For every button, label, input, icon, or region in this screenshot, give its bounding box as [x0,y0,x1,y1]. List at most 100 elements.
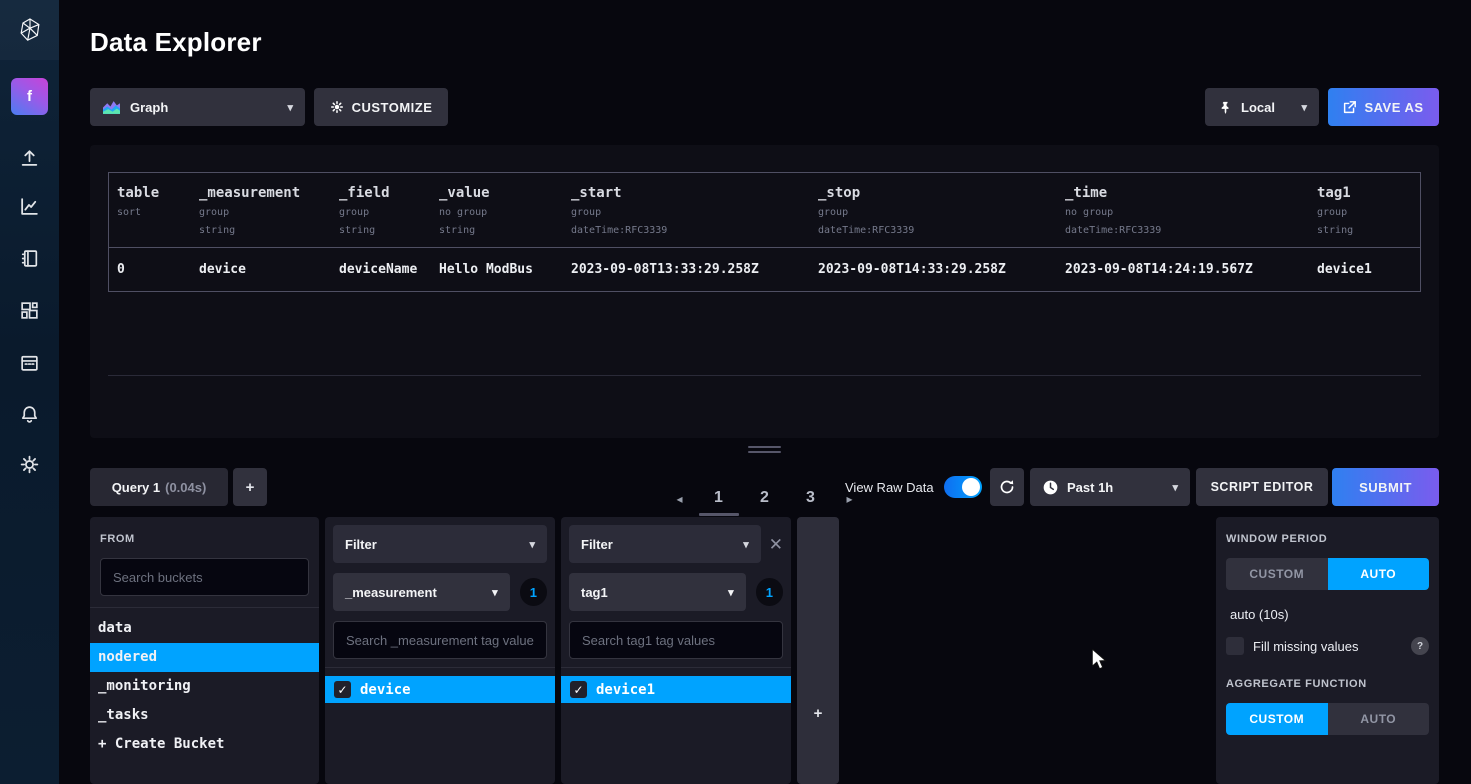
bucket-item-data[interactable]: data [90,614,319,643]
column-header[interactable]: _field group string [331,173,431,247]
tag-value-device1[interactable]: ✓ device1 [561,676,791,703]
nav-sidebar: f [0,0,59,784]
chevron-down-icon: ▾ [492,586,498,599]
tag-value-device[interactable]: ✓ device [325,676,555,703]
chevron-down-icon: ▾ [728,586,734,599]
remove-filter-icon[interactable]: ✕ [769,536,783,553]
from-panel-title: FROM [100,527,309,545]
export-icon [1343,101,1356,114]
aggregate-auto-button[interactable]: AUTO [1328,703,1430,735]
dashboards-icon[interactable] [19,300,40,321]
column-header[interactable]: _time no group dateTime:RFC3339 [1057,173,1309,247]
search-tag-values-input[interactable] [333,621,547,659]
search-buckets-input[interactable] [100,558,309,596]
gear-icon [330,100,344,114]
query-options-panel: WINDOW PERIOD CUSTOM AUTO auto (10s) Fil… [1216,517,1439,784]
table-row: 0 device deviceName Hello ModBus 2023-09… [109,247,1420,291]
query-tab[interactable]: Query 1 (0.04s) [90,468,228,506]
aggregate-function-label: AGGREGATE FUNCTION [1226,678,1429,690]
add-filter-card[interactable]: + [797,517,839,784]
window-period-label: WINDOW PERIOD [1226,527,1429,545]
page-3[interactable]: 3 [790,489,832,516]
create-bucket-button[interactable]: + Create Bucket [90,730,319,759]
filter-panel-measurement: Filter ▾ _measurement ▾ 1 ✓ device [325,517,555,784]
window-period-auto-button[interactable]: AUTO [1328,558,1430,590]
local-dropdown[interactable]: Local ▾ [1205,88,1319,126]
chevron-down-icon: ▾ [287,101,293,114]
submit-button[interactable]: SUBMIT [1332,468,1439,506]
graph-type-dropdown[interactable]: Graph ▾ [90,88,305,126]
selected-count-badge: 1 [520,578,547,606]
divider [108,375,1421,376]
user-avatar[interactable]: f [11,78,48,115]
graph-type-label: Graph [130,100,168,115]
aggregate-function-toggle: CUSTOM AUTO [1226,703,1429,735]
prev-page-icon[interactable]: ◂ [666,489,694,506]
tag-key-dropdown[interactable]: tag1 ▾ [569,573,746,611]
time-range-label: Past 1h [1067,480,1113,495]
column-header[interactable]: _stop group dateTime:RFC3339 [810,173,1057,247]
chevron-down-icon: ▾ [1301,101,1307,114]
chevron-down-icon: ▾ [743,538,749,551]
refresh-button[interactable] [990,468,1024,506]
tag-key-dropdown[interactable]: _measurement ▾ [333,573,510,611]
mouse-cursor [1092,649,1112,675]
chevron-down-icon: ▾ [1172,481,1178,494]
aggregate-custom-button[interactable]: CUSTOM [1226,703,1328,735]
filter-panel-tag1: Filter ▾ ✕ tag1 ▾ 1 ✓ device1 [561,517,791,784]
time-range-dropdown[interactable]: Past 1h ▾ [1030,468,1190,506]
checkbox-checked-icon[interactable]: ✓ [334,681,351,698]
page-1[interactable]: 1 [698,489,740,516]
data-explorer-icon[interactable] [19,196,40,217]
divider [561,667,791,668]
window-period-custom-button[interactable]: CUSTOM [1226,558,1328,590]
upload-icon[interactable] [19,147,40,168]
settings-icon[interactable] [19,454,40,475]
view-raw-data-label: View Raw Data [845,480,934,495]
script-editor-button[interactable]: SCRIPT EDITOR [1196,468,1328,506]
filter-type-dropdown[interactable]: Filter ▾ [333,525,547,563]
bucket-item-tasks[interactable]: _tasks [90,701,319,730]
search-tag-values-input[interactable] [569,621,783,659]
tasks-icon[interactable] [19,352,40,373]
column-header[interactable]: table sort [109,173,191,247]
divider [325,667,555,668]
table-header-row: table sort _measurement group string _fi… [109,173,1420,247]
refresh-icon [999,479,1015,495]
raw-data-panel: table sort _measurement group string _fi… [90,145,1439,438]
page-title: Data Explorer [90,27,262,58]
query-tab-time: (0.04s) [165,480,206,495]
column-header[interactable]: tag1 group string [1309,173,1420,247]
clock-icon [1043,480,1058,495]
customize-button[interactable]: CUSTOMIZE [314,88,448,126]
divider [90,607,319,608]
save-as-button[interactable]: SAVE AS [1328,88,1439,126]
save-as-label: SAVE AS [1364,100,1423,115]
customize-label: CUSTOMIZE [352,100,433,115]
panel-resize-handle[interactable] [748,446,781,456]
influxdb-logo[interactable] [0,0,59,60]
fill-missing-values-checkbox[interactable] [1226,637,1244,655]
selected-count-badge: 1 [756,578,783,606]
help-icon[interactable]: ? [1411,637,1429,655]
column-header[interactable]: _value no group string [431,173,563,247]
chevron-down-icon: ▾ [529,538,535,551]
view-raw-data-toggle[interactable] [944,476,982,498]
pin-icon [1219,101,1232,114]
query-tab-label: Query 1 [112,480,160,495]
column-header[interactable]: _start group dateTime:RFC3339 [563,173,810,247]
graph-type-icon [103,99,120,116]
add-query-button[interactable]: + [233,468,267,506]
alerts-icon[interactable] [19,404,40,425]
checkbox-checked-icon[interactable]: ✓ [570,681,587,698]
local-label: Local [1241,100,1275,115]
bucket-item-monitoring[interactable]: _monitoring [90,672,319,701]
column-header[interactable]: _measurement group string [191,173,331,247]
filter-type-dropdown[interactable]: Filter ▾ [569,525,761,563]
raw-data-table: table sort _measurement group string _fi… [108,172,1421,292]
bucket-item-nodered[interactable]: nodered [90,643,319,672]
window-period-toggle: CUSTOM AUTO [1226,558,1429,590]
notebooks-icon[interactable] [19,248,40,269]
fill-missing-values-label: Fill missing values [1253,639,1358,654]
page-2[interactable]: 2 [744,489,786,516]
